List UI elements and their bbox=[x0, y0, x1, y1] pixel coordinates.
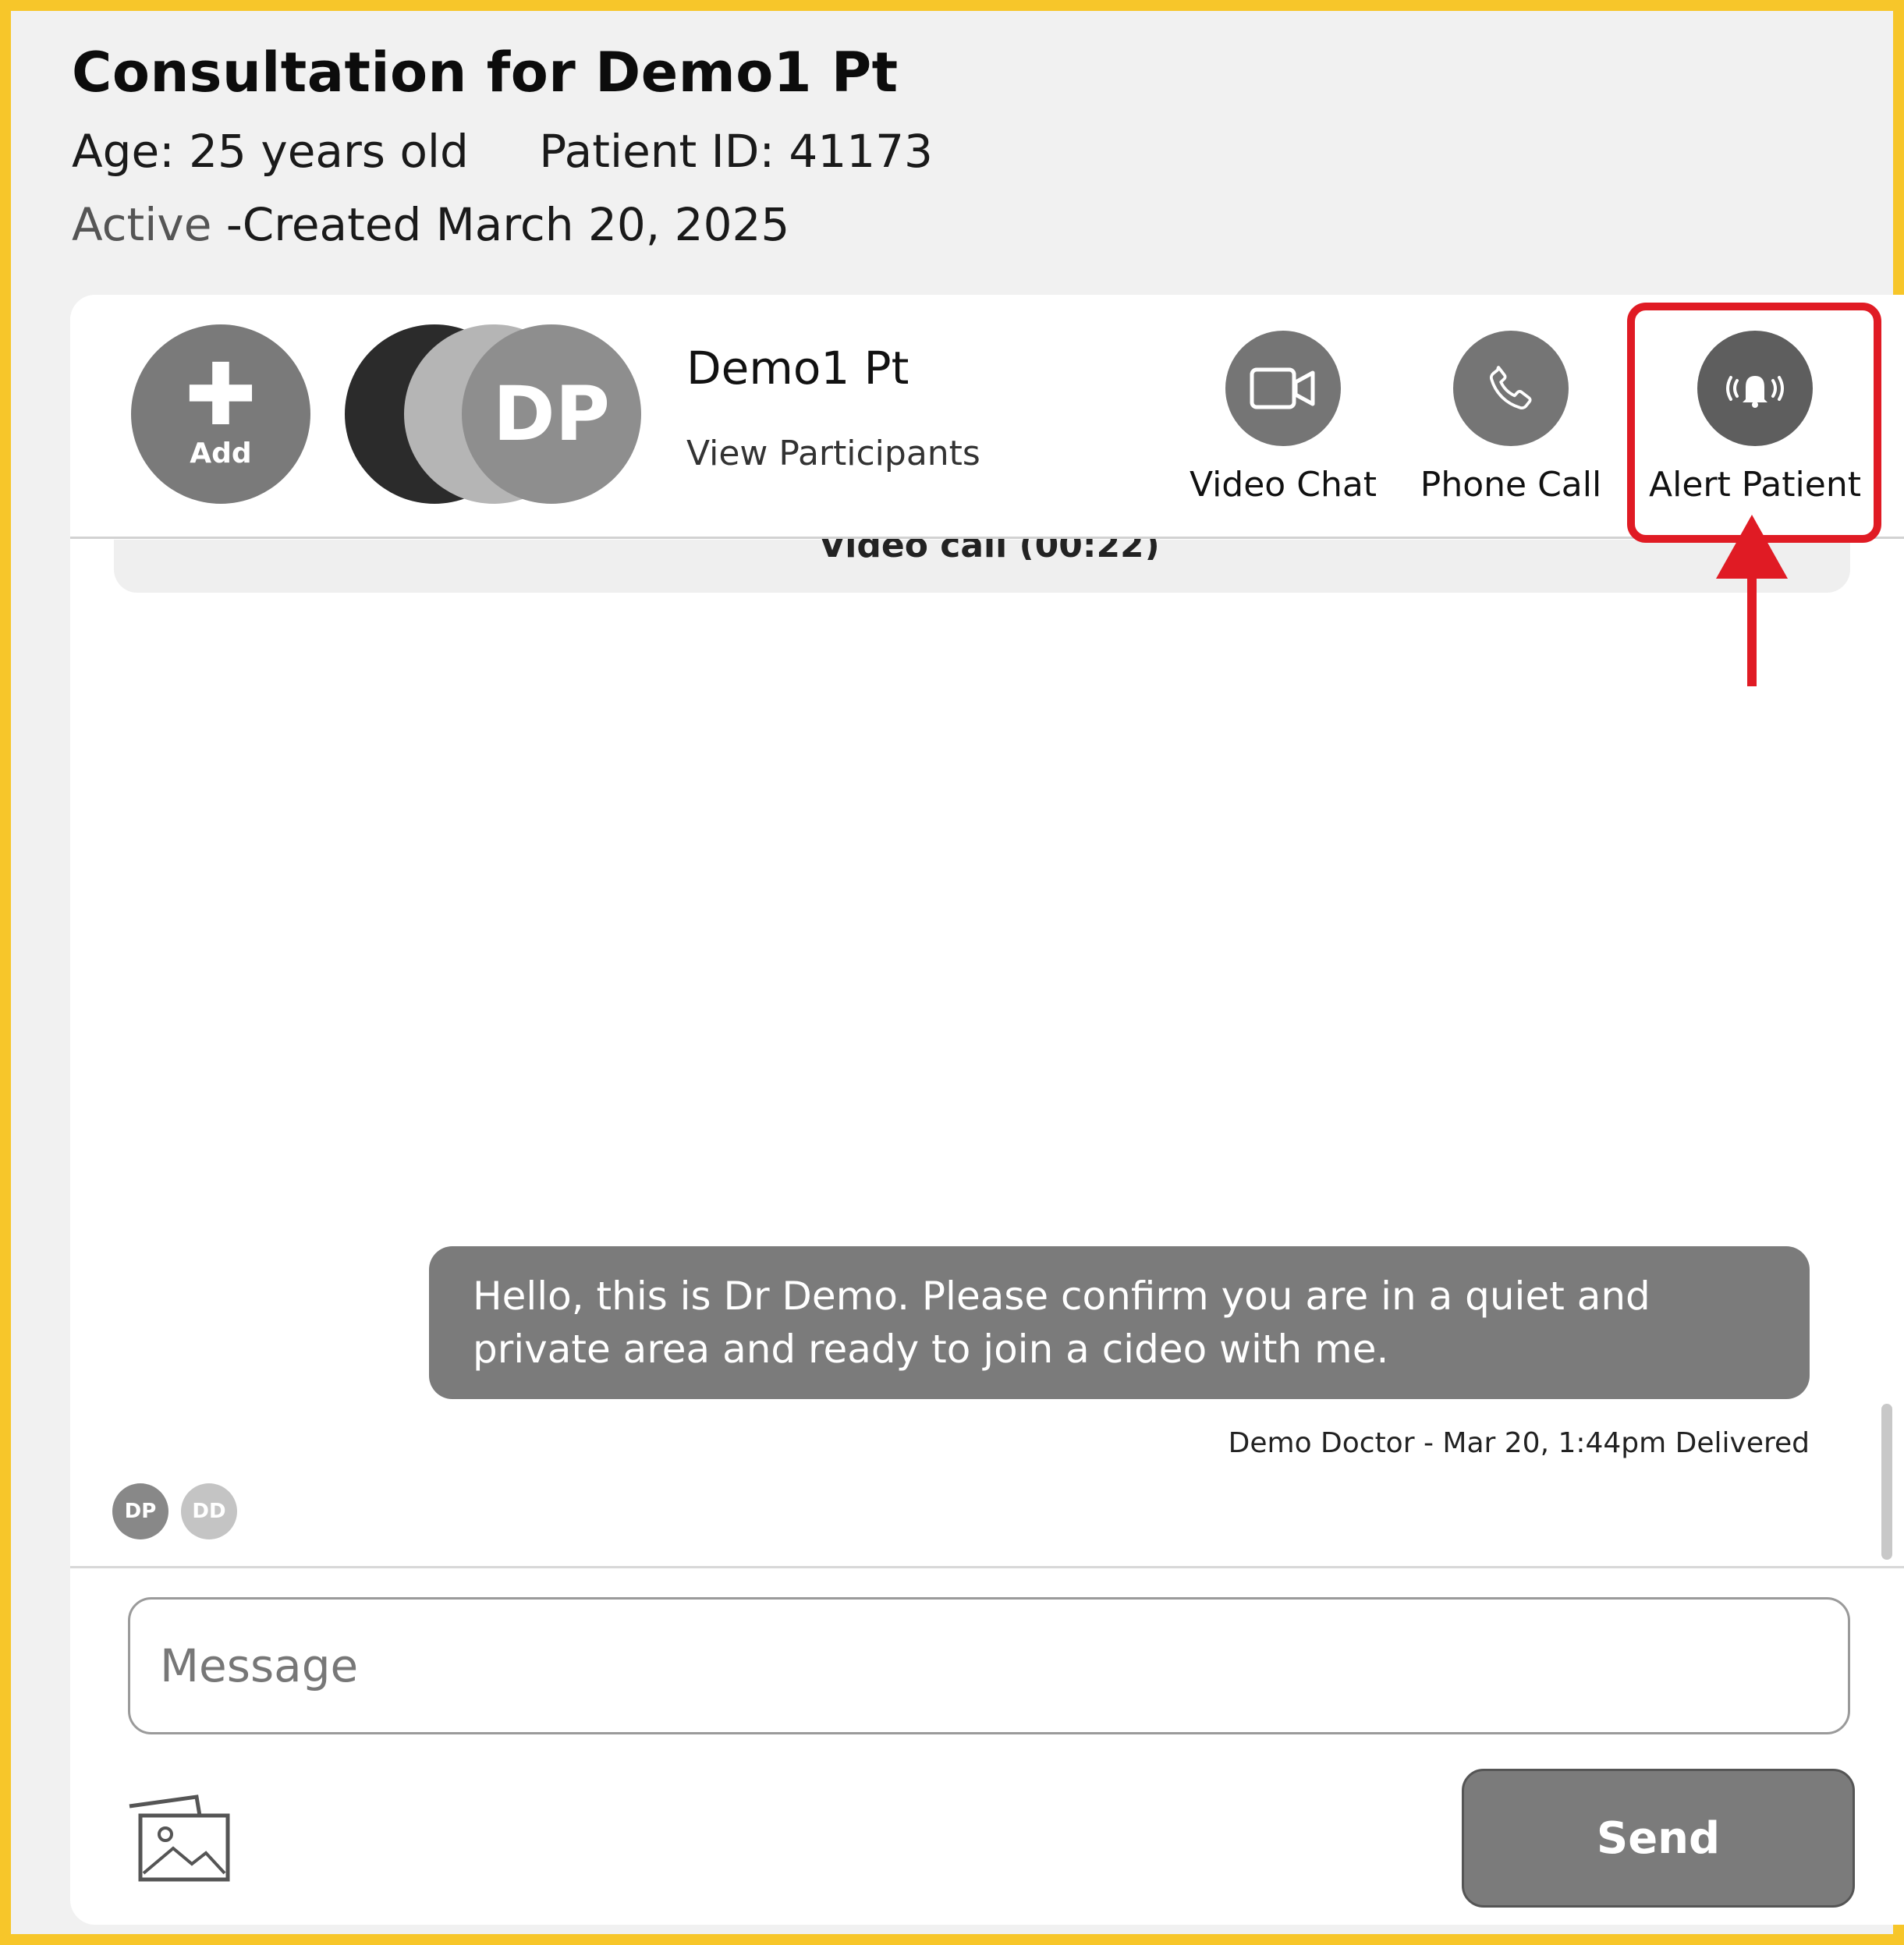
read-receipts: DP DD bbox=[112, 1483, 250, 1539]
phone-icon bbox=[1489, 366, 1532, 410]
patient-meta: Age: 25 years old Patient ID: 41173 bbox=[72, 125, 989, 178]
video-chat-label: Video Chat bbox=[1189, 465, 1377, 505]
participant-name: Demo1 Pt bbox=[686, 342, 909, 395]
add-label: Add bbox=[190, 437, 252, 469]
image-attach-icon bbox=[129, 1794, 230, 1882]
message-meta: Demo Doctor - Mar 20, 1:44pm Delivered bbox=[1228, 1427, 1810, 1459]
add-participant-button[interactable]: ✚ Add bbox=[131, 324, 310, 504]
message-text: Hello, this is Dr Demo. Please confirm y… bbox=[473, 1274, 1650, 1372]
send-button[interactable]: Send bbox=[1462, 1769, 1855, 1908]
previous-message-fragment: Video call (00:22) bbox=[819, 538, 1160, 560]
video-chat-icon-circle bbox=[1225, 331, 1341, 446]
view-participants-link[interactable]: View Participants bbox=[686, 434, 980, 473]
phone-call-label: Phone Call bbox=[1420, 465, 1602, 505]
phone-call-icon-circle bbox=[1453, 331, 1569, 446]
message-input[interactable] bbox=[128, 1597, 1850, 1734]
chat-scrollbar[interactable] bbox=[1881, 1404, 1892, 1560]
arrow-up-icon bbox=[1716, 515, 1788, 579]
video-chat-button[interactable]: Video Chat bbox=[1170, 331, 1396, 505]
avatar: DP bbox=[462, 324, 641, 504]
video-camera-icon bbox=[1250, 367, 1315, 409]
chat-history bbox=[101, 599, 1872, 1176]
patient-age: Age: 25 years old bbox=[72, 125, 469, 178]
read-receipt-avatar: DP bbox=[112, 1483, 168, 1539]
phone-call-button[interactable]: Phone Call bbox=[1398, 331, 1624, 505]
status-active: Active bbox=[72, 198, 212, 251]
highlight-box bbox=[1627, 303, 1881, 543]
message-bubble: Hello, this is Dr Demo. Please confirm y… bbox=[429, 1246, 1810, 1399]
composer-divider bbox=[70, 1566, 1904, 1568]
plus-icon: ✚ bbox=[184, 344, 257, 445]
created-date: -Created March 20, 2025 bbox=[225, 198, 790, 251]
image-attach-button[interactable] bbox=[125, 1792, 234, 1886]
page-title: Consultation for Demo1 Pt bbox=[72, 41, 899, 105]
patient-id: Patient ID: 41173 bbox=[539, 125, 933, 178]
consultation-card: Video call (00:22) ✚ Add I D DP Demo1 Pt… bbox=[70, 295, 1904, 1925]
consultation-status: Active -Created March 20, 2025 bbox=[72, 198, 989, 251]
consultation-header: Consultation for Demo1 Pt Age: 25 years … bbox=[72, 41, 989, 251]
annotation-arrow bbox=[1747, 577, 1757, 686]
read-receipt-avatar: DD bbox=[181, 1483, 237, 1539]
